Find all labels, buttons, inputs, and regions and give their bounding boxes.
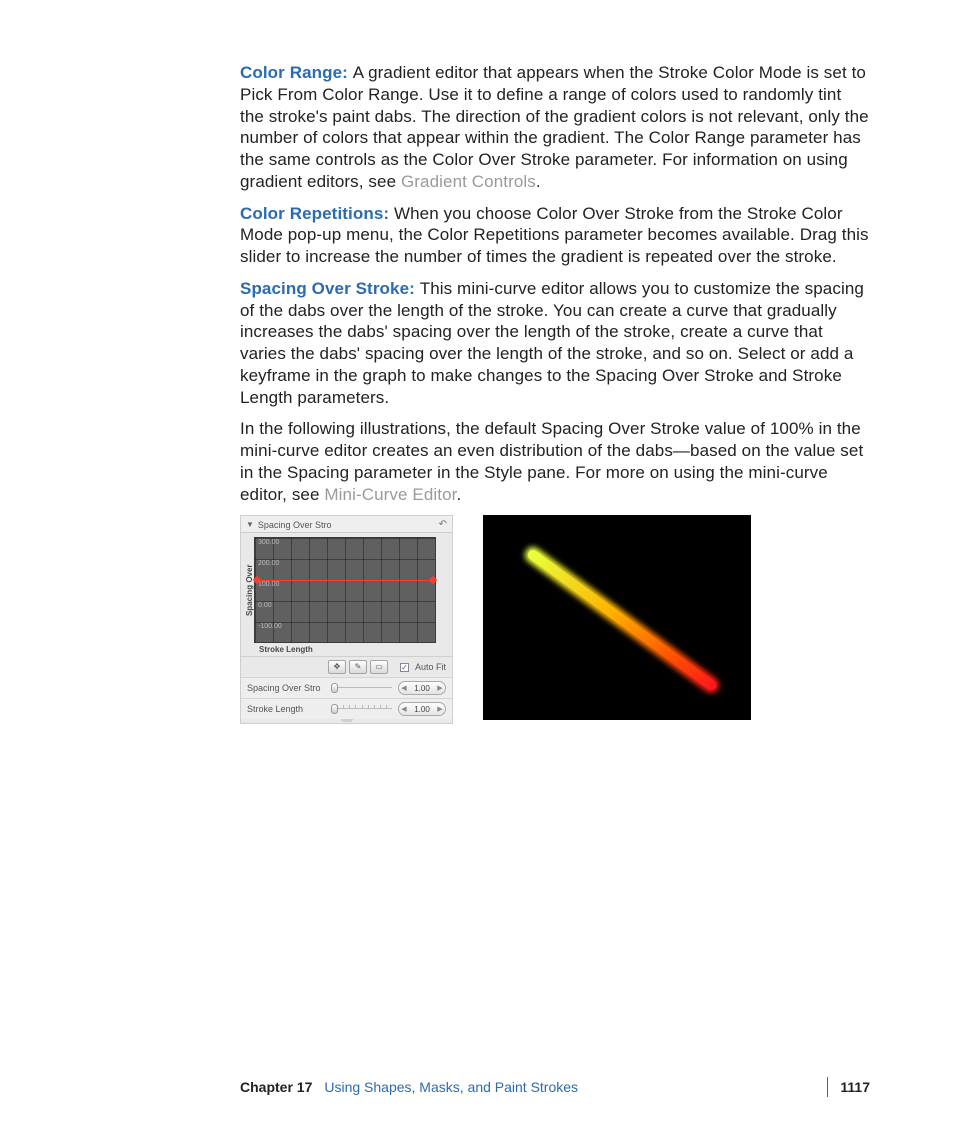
param-value: 1.00 <box>409 684 435 693</box>
link-mini-curve-editor[interactable]: Mini-Curve Editor <box>324 485 456 504</box>
stroke-preview <box>483 515 751 720</box>
autofit-checkbox[interactable]: ✓ <box>400 663 409 672</box>
mini-curve-editor-panel: ▼ Spacing Over Stro ↶ Spacing Over 300.0… <box>240 515 453 724</box>
para-color-range: Color Range: A gradient editor that appe… <box>240 62 870 193</box>
ytick: 300.00 <box>258 539 279 546</box>
chevron-left-icon[interactable]: ◀ <box>399 705 409 713</box>
ytick: 200.00 <box>258 560 279 567</box>
parameter-rows: Spacing Over Stro ◀ 1.00 ▶ Stroke Length <box>241 677 452 719</box>
param-row-stroke-length: Stroke Length ◀ 1.00 ▶ <box>241 698 452 719</box>
chevron-left-icon[interactable]: ◀ <box>399 684 409 692</box>
panel-title: Spacing Over Stro <box>258 520 332 530</box>
ytick: 0.00 <box>258 602 272 609</box>
autofit-label: Auto Fit <box>415 662 446 672</box>
param-value: 1.00 <box>409 705 435 714</box>
page-footer: Chapter 17 Using Shapes, Masks, and Pain… <box>240 1077 870 1097</box>
curve-plot[interactable]: 300.00 200.00 100.00 0.00 -100.00 <box>254 537 436 643</box>
para-spacing-over-stroke: Spacing Over Stroke: This mini-curve edi… <box>240 278 870 409</box>
tool-fit-icon[interactable]: ▭ <box>370 660 388 674</box>
chevron-right-icon[interactable]: ▶ <box>435 705 445 713</box>
plot-toolbar: ✥ ✎ ▭ ✓ Auto Fit <box>241 656 452 677</box>
y-axis-label: Spacing Over <box>245 537 254 643</box>
body-column: Color Range: A gradient editor that appe… <box>240 62 870 724</box>
resize-nub-icon[interactable] <box>241 719 452 723</box>
para-color-repetitions: Color Repetitions: When you choose Color… <box>240 203 870 268</box>
footer-divider <box>827 1077 828 1097</box>
param-stepper[interactable]: ◀ 1.00 ▶ <box>398 702 446 716</box>
param-label: Spacing Over Stro <box>247 683 325 693</box>
chevron-right-icon[interactable]: ▶ <box>435 684 445 692</box>
stroke-graphic <box>483 515 751 720</box>
page-number: 1117 <box>840 1079 870 1095</box>
term-spacing-over-stroke: Spacing Over Stroke: <box>240 279 420 298</box>
page: Color Range: A gradient editor that appe… <box>0 0 954 1145</box>
plot-area: Spacing Over 300.00 200.00 100.00 0.00 -… <box>241 533 452 656</box>
reset-icon[interactable]: ↶ <box>439 519 447 530</box>
term-color-range: Color Range: <box>240 63 353 82</box>
ytick: -100.00 <box>258 623 282 630</box>
link-gradient-controls[interactable]: Gradient Controls <box>401 172 536 191</box>
param-slider[interactable] <box>331 704 392 714</box>
text: . <box>536 172 541 191</box>
ytick: 100.00 <box>258 581 279 588</box>
param-label: Stroke Length <box>247 704 325 714</box>
text: . <box>456 485 461 504</box>
param-stepper[interactable]: ◀ 1.00 ▶ <box>398 681 446 695</box>
term-color-repetitions: Color Repetitions: <box>240 204 394 223</box>
disclosure-triangle-icon[interactable]: ▼ <box>246 520 254 529</box>
x-axis-label: Stroke Length <box>245 643 446 654</box>
figure-row: ▼ Spacing Over Stro ↶ Spacing Over 300.0… <box>240 515 870 724</box>
panel-header: ▼ Spacing Over Stro ↶ <box>241 516 452 533</box>
keyframe-end[interactable] <box>429 576 437 584</box>
curve-line <box>255 580 435 581</box>
chapter-label: Chapter 17 <box>240 1079 312 1095</box>
param-slider[interactable] <box>331 683 392 693</box>
tool-pen-icon[interactable]: ✎ <box>349 660 367 674</box>
text: A gradient editor that appears when the … <box>240 63 869 191</box>
chapter-title: Using Shapes, Masks, and Paint Strokes <box>324 1079 578 1095</box>
tool-pointer-icon[interactable]: ✥ <box>328 660 346 674</box>
para-illustrations: In the following illustrations, the defa… <box>240 418 870 505</box>
param-row-spacing: Spacing Over Stro ◀ 1.00 ▶ <box>241 677 452 698</box>
